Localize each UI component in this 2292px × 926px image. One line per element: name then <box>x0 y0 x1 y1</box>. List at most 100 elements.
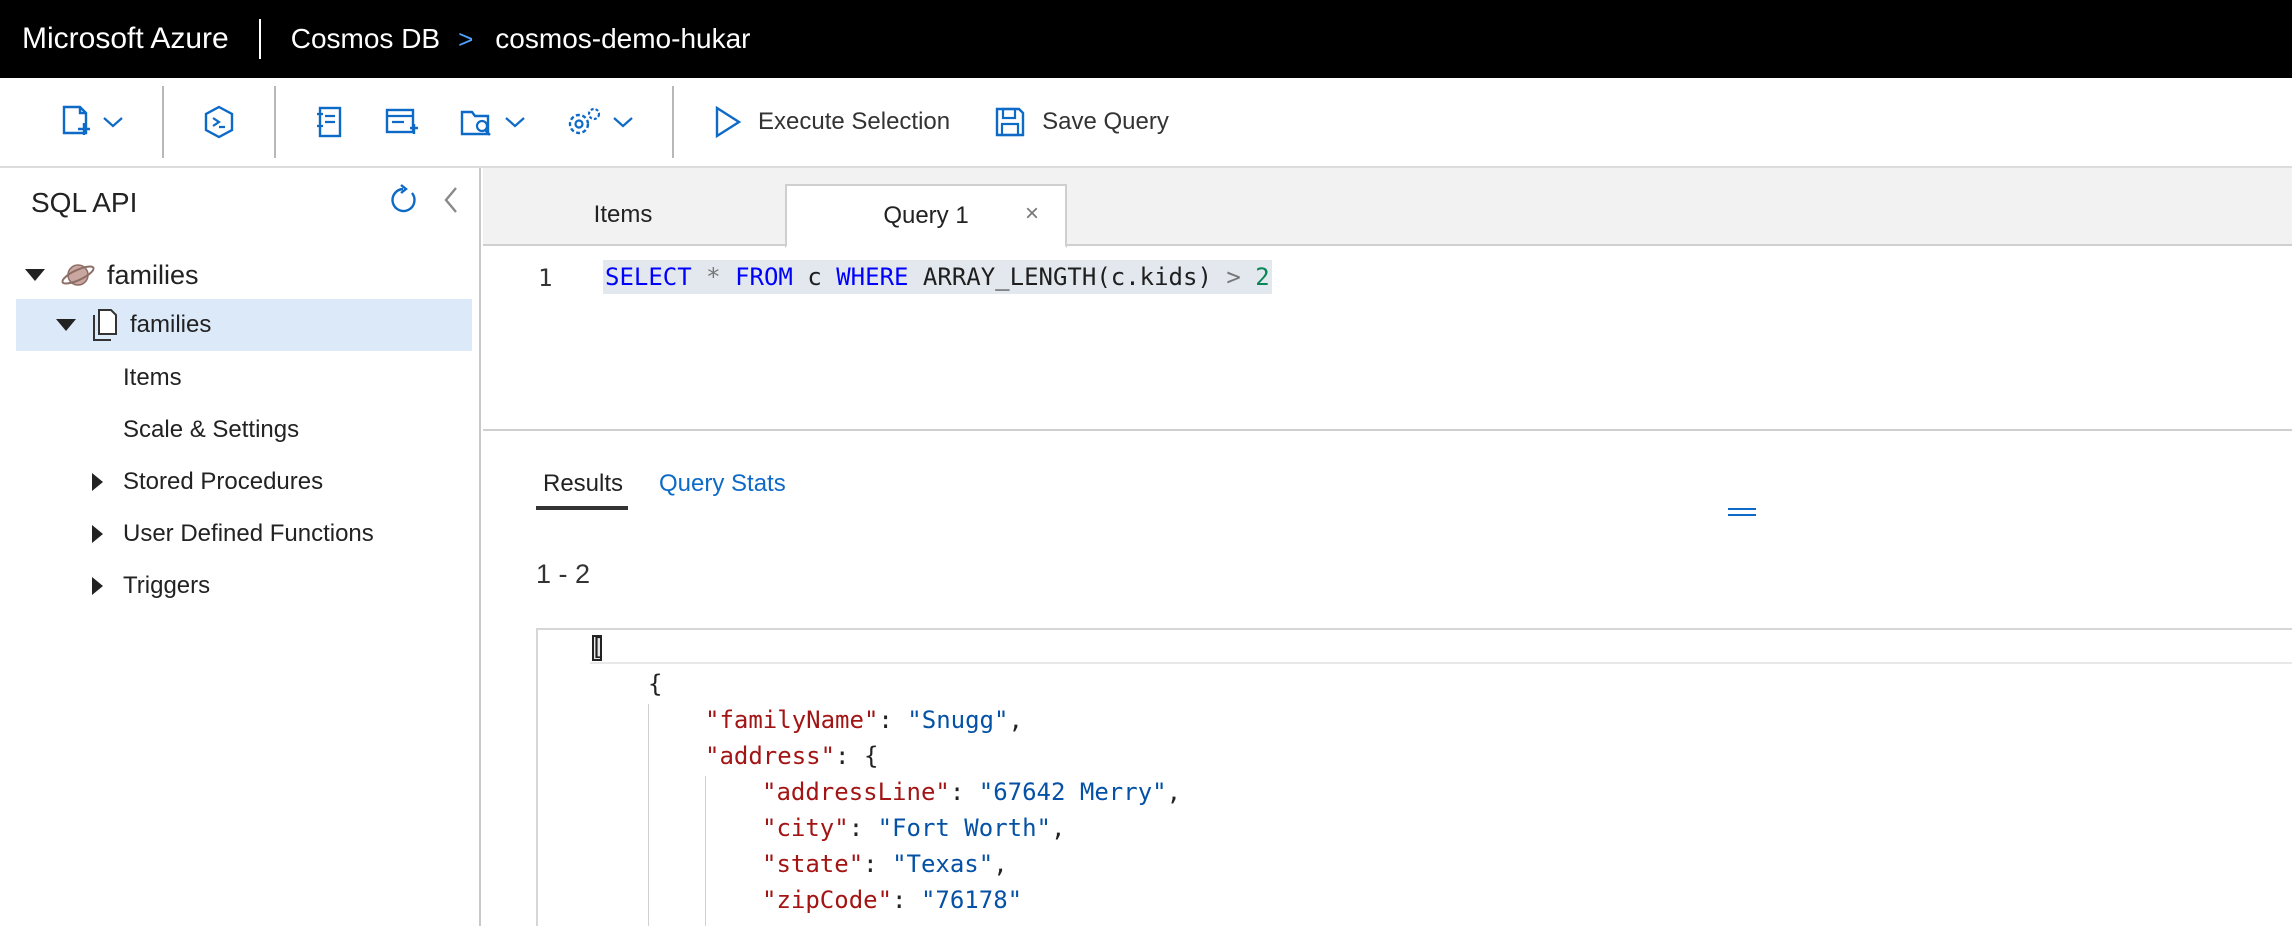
main-area: Items Query 1 × 1 SELECT * FROM c WHERE … <box>483 168 2292 926</box>
query-text[interactable]: SELECT * FROM c WHERE ARRAY_LENGTH(c.kid… <box>603 260 1272 294</box>
indent-guide <box>648 704 649 926</box>
tree-item-items[interactable]: Items <box>16 352 472 404</box>
sql-keyword: SELECT <box>605 263 692 291</box>
play-icon <box>715 105 742 139</box>
execute-selection-button[interactable]: Execute Selection <box>700 77 962 167</box>
tab-label: Query 1 <box>883 202 969 229</box>
resource-tree-pane: SQL API families families Items Scale & … <box>0 168 481 926</box>
tree-item-label: Scale & Settings <box>123 416 300 443</box>
tree-item-label: Triggers <box>123 572 211 599</box>
collapse-chevron-icon[interactable] <box>436 182 466 218</box>
api-title: SQL API <box>31 187 138 218</box>
container-icon <box>93 309 117 341</box>
save-icon <box>995 107 1025 137</box>
json-value: "Fort Worth" <box>877 814 1051 842</box>
expand-triangle-icon[interactable] <box>25 269 45 281</box>
settings-gear-icon <box>568 107 601 135</box>
tab-items[interactable]: Items <box>543 184 703 246</box>
collapsed-triangle-icon[interactable] <box>92 525 103 543</box>
json-value: "Snugg" <box>907 706 1009 734</box>
results-range: 1 - 2 <box>536 559 591 589</box>
collapsed-triangle-icon[interactable] <box>92 473 103 491</box>
collapsed-triangle-icon[interactable] <box>92 577 103 595</box>
json-value: "Texas" <box>892 850 994 878</box>
query-editor[interactable]: 1 SELECT * FROM c WHERE ARRAY_LENGTH(c.k… <box>483 248 2292 516</box>
sql-operator: > <box>1226 263 1241 291</box>
tree-item-scale-settings[interactable]: Scale & Settings <box>16 404 472 456</box>
tree-container-families[interactable]: families <box>16 299 472 351</box>
json-line: "addressLine": "67642 Merry", <box>762 778 1182 806</box>
splitter-handle-icon[interactable] <box>1727 505 1757 519</box>
tree-item-user-defined-functions[interactable]: User Defined Functions <box>16 508 472 560</box>
tab-strip: Items Query 1 × <box>483 168 2292 248</box>
resource-tree-header: SQL API <box>0 168 479 238</box>
command-divider <box>162 86 164 158</box>
new-container-icon <box>62 105 90 135</box>
tab-query-stats[interactable]: Query Stats <box>659 470 786 498</box>
breadcrumb-account[interactable]: cosmos-demo-hukar <box>495 23 750 55</box>
json-line: "state": "Texas", <box>762 850 1008 878</box>
tree-item-stored-procedures[interactable]: Stored Procedures <box>16 456 472 508</box>
json-line: "address": { <box>705 742 879 770</box>
dropdown-chevron-icon <box>505 117 525 128</box>
command-divider <box>274 86 276 158</box>
json-line: { <box>648 667 662 701</box>
execute-selection-label: Execute Selection <box>758 108 951 135</box>
json-key: "city" <box>762 814 849 842</box>
tree-item-triggers[interactable]: Triggers <box>16 560 472 612</box>
new-sql-query-button[interactable] <box>372 77 432 167</box>
results-json-viewer[interactable]: [ { "familyName": "Snugg", "address": { … <box>536 628 2292 926</box>
tab-results[interactable]: Results <box>543 470 623 498</box>
new-notebook-button[interactable] <box>302 77 358 167</box>
close-icon[interactable]: × <box>1025 200 1039 228</box>
dropdown-chevron-icon <box>103 117 123 128</box>
indent-guide <box>705 776 706 926</box>
json-key: "familyName" <box>705 706 879 734</box>
json-gutter <box>538 630 590 926</box>
command-bar: Execute Selection Save Query <box>0 78 2292 168</box>
json-key: "zipCode" <box>762 886 893 914</box>
database-planet-icon <box>61 264 95 286</box>
tab-query-1[interactable]: Query 1 × <box>785 184 1067 248</box>
json-brace: { <box>648 670 663 698</box>
azure-brand[interactable]: Microsoft Azure <box>0 22 259 56</box>
open-query-button[interactable] <box>446 77 538 167</box>
json-bracket: [ <box>590 633 605 661</box>
cosmos-shell-icon <box>204 105 234 139</box>
tree-item-label: Stored Procedures <box>123 468 324 495</box>
top-bar: Microsoft Azure Cosmos DB > cosmos-demo-… <box>0 0 2292 78</box>
json-key: "addressLine" <box>762 778 950 806</box>
container-label: families <box>130 311 212 338</box>
save-query-button[interactable]: Save Query <box>982 77 1181 167</box>
sql-identifier: c <box>807 263 822 291</box>
sql-keyword: WHERE <box>836 263 909 291</box>
breadcrumb-service[interactable]: Cosmos DB <box>261 23 440 55</box>
active-tab-indicator <box>536 506 628 510</box>
tree-item-label: User Defined Functions <box>123 520 374 547</box>
settings-button[interactable] <box>552 77 646 167</box>
json-value: "76178" <box>920 886 1023 914</box>
json-line: "zipCode": "76178" <box>762 886 1023 914</box>
sql-function: ARRAY_LENGTH(c.kids) <box>922 263 1212 291</box>
save-query-label: Save Query <box>1042 108 1169 135</box>
json-value: "67642 Merry" <box>978 778 1167 806</box>
line-number: 1 <box>538 264 553 292</box>
open-folder-icon <box>460 110 491 136</box>
json-key: "state" <box>762 850 864 878</box>
json-line: "city": "Fort Worth", <box>762 814 1066 842</box>
tree-item-label: Items <box>123 364 182 391</box>
sql-operator: * <box>706 263 721 291</box>
expand-triangle-icon[interactable] <box>56 319 76 331</box>
refresh-icon[interactable] <box>385 182 421 218</box>
tab-label: Items <box>593 201 653 228</box>
new-container-button[interactable] <box>46 77 136 167</box>
sql-number: 2 <box>1255 263 1270 291</box>
command-divider <box>672 86 674 158</box>
breadcrumb-chevron-icon: > <box>458 23 474 54</box>
json-key: "address" <box>705 742 836 770</box>
cosmos-shell-button[interactable] <box>190 77 248 167</box>
json-line: [ <box>590 630 2292 664</box>
tree-database-families[interactable]: families <box>16 249 472 301</box>
dropdown-chevron-icon <box>613 117 633 128</box>
new-sql-query-icon <box>385 108 418 134</box>
